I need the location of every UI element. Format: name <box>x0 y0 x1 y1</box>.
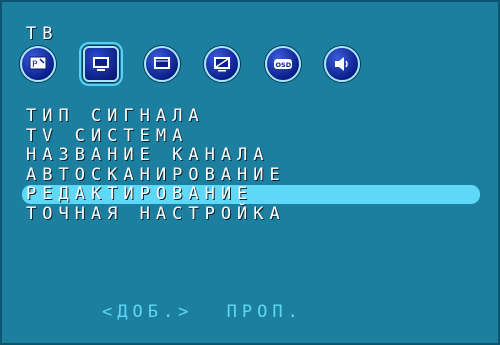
picture-icon[interactable]: P <box>20 46 56 82</box>
menu-item-channel-name[interactable]: НАЗВАНИЕ КАНАЛА <box>26 145 286 166</box>
menu-list: ТИП СИГНАЛА TV СИСТЕМА НАЗВАНИЕ КАНАЛА А… <box>26 106 286 225</box>
skip-button[interactable]: ПРОП. <box>227 302 303 322</box>
menu-item-auto-scan[interactable]: АВТОСКАНИРОВАНИЕ <box>26 165 286 186</box>
page-title: ТВ <box>26 24 59 44</box>
monitor-icon[interactable] <box>144 46 180 82</box>
menu-item-fine-tune[interactable]: ТОЧНАЯ НАСТРОЙКА <box>26 204 286 225</box>
osd-icon[interactable]: OSD <box>265 46 301 82</box>
add-button[interactable]: <ДОБ.> <box>102 302 193 322</box>
osd-icon-text: OSD <box>276 61 292 69</box>
tv-icon[interactable] <box>79 42 123 86</box>
screen-adjust-icon[interactable] <box>204 46 240 82</box>
speaker-icon[interactable] <box>324 46 360 82</box>
menu-item-tv-system[interactable]: TV СИСТЕМА <box>26 126 286 147</box>
footer-hints: <ДОБ.> ПРОП. <box>102 302 321 322</box>
svg-text:P: P <box>32 60 38 70</box>
osd-menu-window: ТВ P OSD ТИП СИГНАЛА TV СИСТЕМА НАЗВАНИЕ… <box>0 0 500 345</box>
menu-item-edit[interactable]: РЕДАКТИРОВАНИЕ <box>26 184 286 205</box>
menu-item-signal-type[interactable]: ТИП СИГНАЛА <box>26 106 286 127</box>
